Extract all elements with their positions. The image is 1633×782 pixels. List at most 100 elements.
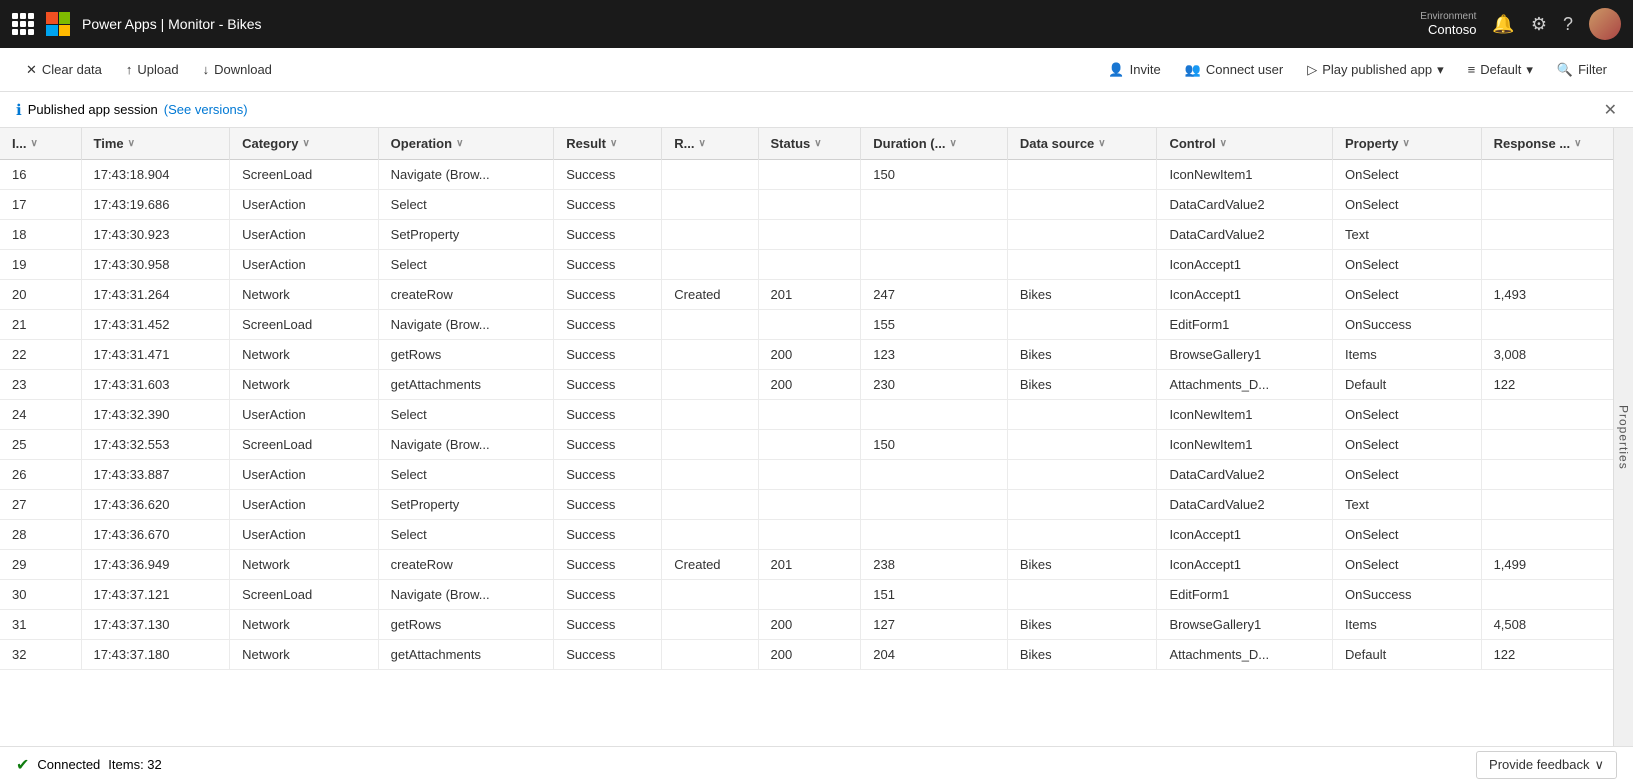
- download-button[interactable]: ↓ Download: [193, 57, 282, 82]
- notification-icon[interactable]: 🔔: [1492, 14, 1514, 35]
- table-cell: Text: [1333, 490, 1482, 520]
- table-cell: 16: [0, 160, 81, 190]
- default-button[interactable]: ≡ Default ▾: [1458, 57, 1543, 83]
- table-cell: 24: [0, 400, 81, 430]
- col-header-category[interactable]: Category ∨: [230, 128, 379, 160]
- table-row[interactable]: 1917:43:30.958UserActionSelectSuccessIco…: [0, 250, 1633, 280]
- table-row[interactable]: 2817:43:36.670UserActionSelectSuccessIco…: [0, 520, 1633, 550]
- table-row[interactable]: 2617:43:33.887UserActionSelectSuccessDat…: [0, 460, 1633, 490]
- table-row[interactable]: 2217:43:31.471NetworkgetRowsSuccess20012…: [0, 340, 1633, 370]
- settings-icon[interactable]: ⚙: [1531, 14, 1547, 35]
- table-cell: [1007, 460, 1157, 490]
- table-row[interactable]: 2417:43:32.390UserActionSelectSuccessIco…: [0, 400, 1633, 430]
- environment-label: Environment: [1420, 11, 1476, 22]
- table-cell: 17:43:30.923: [81, 220, 230, 250]
- table-cell: 26: [0, 460, 81, 490]
- table-cell: Attachments_D...: [1157, 640, 1333, 670]
- table-cell: 21: [0, 310, 81, 340]
- table-cell: Network: [230, 340, 379, 370]
- table-cell: Success: [554, 520, 662, 550]
- col-header-property[interactable]: Property ∨: [1333, 128, 1482, 160]
- table-row[interactable]: 2517:43:32.553ScreenLoadNavigate (Brow..…: [0, 430, 1633, 460]
- table-cell: [662, 430, 758, 460]
- table-row[interactable]: 2017:43:31.264NetworkcreateRowSuccessCre…: [0, 280, 1633, 310]
- col-header-control[interactable]: Control ∨: [1157, 128, 1333, 160]
- table-cell: ScreenLoad: [230, 430, 379, 460]
- table-row[interactable]: 1817:43:30.923UserActionSetPropertySucce…: [0, 220, 1633, 250]
- col-header-time[interactable]: Time ∨: [81, 128, 230, 160]
- table-cell: UserAction: [230, 190, 379, 220]
- upload-button[interactable]: ↑ Upload: [116, 57, 189, 82]
- table-row[interactable]: 2917:43:36.949NetworkcreateRowSuccessCre…: [0, 550, 1633, 580]
- table-row[interactable]: 3217:43:37.180NetworkgetAttachmentsSucce…: [0, 640, 1633, 670]
- table-cell: 151: [861, 580, 1008, 610]
- table-cell: [1481, 460, 1633, 490]
- table-cell: getAttachments: [378, 640, 554, 670]
- invite-button[interactable]: 👤 Invite: [1098, 57, 1170, 83]
- clear-data-button[interactable]: ✕ Clear data: [16, 57, 112, 83]
- col-response-sort-icon: ∨: [1574, 138, 1581, 149]
- table-cell: 18: [0, 220, 81, 250]
- filter-button[interactable]: 🔍 Filter: [1547, 57, 1617, 83]
- table-cell: OnSelect: [1333, 280, 1482, 310]
- col-operation-sort-icon: ∨: [456, 138, 463, 149]
- table-row[interactable]: 3117:43:37.130NetworkgetRowsSuccess20012…: [0, 610, 1633, 640]
- waffle-menu[interactable]: [12, 13, 34, 35]
- table-row[interactable]: 2717:43:36.620UserActionSetPropertySucce…: [0, 490, 1633, 520]
- default-icon: ≡: [1468, 62, 1476, 77]
- table-cell: 4,508: [1481, 610, 1633, 640]
- table-row[interactable]: 2317:43:31.603NetworkgetAttachmentsSucce…: [0, 370, 1633, 400]
- table-cell: EditForm1: [1157, 580, 1333, 610]
- table-cell: [662, 580, 758, 610]
- table-cell: 127: [861, 610, 1008, 640]
- col-header-result[interactable]: Result ∨: [554, 128, 662, 160]
- items-count: Items: 32: [108, 757, 161, 772]
- table-row[interactable]: 1717:43:19.686UserActionSelectSuccessDat…: [0, 190, 1633, 220]
- table-cell: Text: [1333, 220, 1482, 250]
- table-row[interactable]: 1617:43:18.904ScreenLoadNavigate (Brow..…: [0, 160, 1633, 190]
- table-cell: 150: [861, 160, 1008, 190]
- table-cell: IconNewItem1: [1157, 400, 1333, 430]
- table-cell: [861, 400, 1008, 430]
- table-cell: UserAction: [230, 400, 379, 430]
- table-cell: Navigate (Brow...: [378, 310, 554, 340]
- col-header-id[interactable]: I... ∨: [0, 128, 81, 160]
- table-cell: [662, 250, 758, 280]
- table-cell: Success: [554, 430, 662, 460]
- table-cell: Success: [554, 580, 662, 610]
- table-cell: [758, 580, 861, 610]
- toolbar: ✕ Clear data ↑ Upload ↓ Download 👤 Invit…: [0, 48, 1633, 92]
- col-r-sort-icon: ∨: [699, 138, 706, 149]
- table-cell: Network: [230, 640, 379, 670]
- table-cell: ScreenLoad: [230, 160, 379, 190]
- play-published-app-button[interactable]: ▷ Play published app ▾: [1297, 57, 1453, 83]
- col-header-duration[interactable]: Duration (... ∨: [861, 128, 1008, 160]
- properties-panel-handle[interactable]: Properties: [1613, 128, 1633, 746]
- help-icon[interactable]: ?: [1563, 14, 1573, 35]
- col-header-datasource[interactable]: Data source ∨: [1007, 128, 1157, 160]
- table-row[interactable]: 3017:43:37.121ScreenLoadNavigate (Brow..…: [0, 580, 1633, 610]
- col-operation-label: Operation: [391, 136, 452, 151]
- infobar-text: Published app session: [28, 102, 158, 117]
- provide-feedback-button[interactable]: Provide feedback ∨: [1476, 751, 1617, 779]
- table-cell: [1481, 580, 1633, 610]
- data-table-wrapper[interactable]: I... ∨ Time ∨ Category ∨: [0, 128, 1633, 746]
- statusbar: ✔ Connected Items: 32 Provide feedback ∨: [0, 746, 1633, 782]
- table-cell: IconAccept1: [1157, 280, 1333, 310]
- col-header-operation[interactable]: Operation ∨: [378, 128, 554, 160]
- connect-user-button[interactable]: 👥 Connect user: [1175, 57, 1294, 83]
- col-header-response[interactable]: Response ... ∨: [1481, 128, 1633, 160]
- col-header-r[interactable]: R... ∨: [662, 128, 758, 160]
- table-cell: DataCardValue2: [1157, 460, 1333, 490]
- col-id-sort-icon: ∨: [30, 138, 37, 149]
- table-cell: [758, 310, 861, 340]
- see-versions-link[interactable]: (See versions): [164, 102, 248, 117]
- infobar-close-button[interactable]: ✕: [1604, 100, 1617, 120]
- col-result-label: Result: [566, 136, 606, 151]
- col-control-sort-icon: ∨: [1220, 138, 1227, 149]
- user-avatar[interactable]: [1589, 8, 1621, 40]
- table-cell: BrowseGallery1: [1157, 610, 1333, 640]
- col-header-status[interactable]: Status ∨: [758, 128, 861, 160]
- table-row[interactable]: 2117:43:31.452ScreenLoadNavigate (Brow..…: [0, 310, 1633, 340]
- table-cell: [758, 460, 861, 490]
